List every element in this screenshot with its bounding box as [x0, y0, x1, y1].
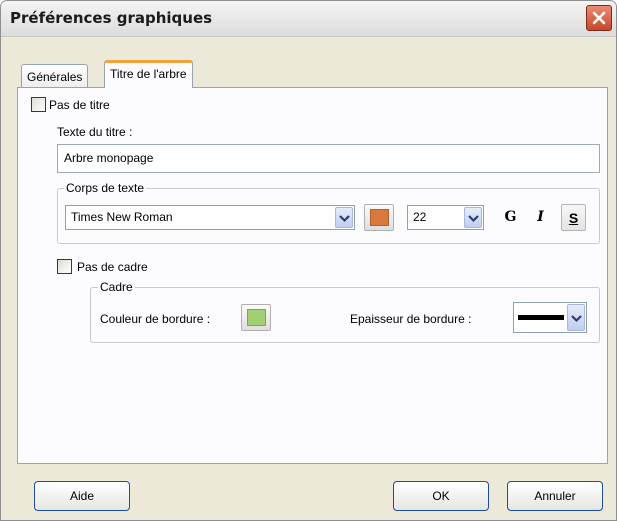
border-color-swatch [247, 309, 266, 326]
title-bar[interactable]: Préférences graphiques [1, 1, 616, 37]
no-title-checkbox[interactable] [31, 97, 46, 112]
font-family-select[interactable]: Times New Roman [65, 205, 355, 230]
title-text-input[interactable]: Arbre monopage [57, 144, 600, 173]
text-body-legend: Corps de texte [64, 181, 147, 195]
underline-button[interactable]: S [561, 204, 586, 231]
tab-general[interactable]: Générales [21, 64, 89, 89]
chevron-down-icon [571, 315, 582, 323]
no-title-label: Pas de titre [49, 98, 110, 112]
no-frame-label: Pas de cadre [77, 260, 148, 274]
chevron-down-icon [339, 215, 350, 223]
font-color-swatch [370, 209, 389, 226]
close-button[interactable] [586, 5, 612, 31]
title-text-label: Texte du titre : [57, 125, 133, 139]
close-icon [592, 11, 606, 25]
window-title: Préférences graphiques [10, 9, 213, 27]
help-button[interactable]: Aide [34, 481, 130, 511]
font-family-dropdown-button[interactable] [335, 207, 353, 228]
font-size-dropdown-button[interactable] [464, 207, 482, 228]
frame-legend: Cadre [98, 280, 135, 294]
bold-button[interactable]: G [498, 204, 523, 231]
font-color-button[interactable] [364, 204, 394, 231]
chevron-down-icon [468, 215, 479, 223]
ok-button[interactable]: OK [393, 481, 489, 511]
tab-tree-title[interactable]: Titre de l'arbre [104, 60, 193, 88]
font-size-value: 22 [413, 210, 427, 224]
preferences-dialog: Préférences graphiques Générales Titre d… [0, 0, 617, 521]
border-width-dropdown-button[interactable] [567, 304, 585, 331]
border-width-label: Epaisseur de bordure : [350, 312, 472, 326]
cancel-button[interactable]: Annuler [507, 481, 603, 511]
border-color-label: Couleur de bordure : [100, 312, 211, 326]
border-width-select[interactable] [513, 302, 587, 333]
font-family-value: Times New Roman [71, 210, 173, 224]
italic-button[interactable]: I [528, 204, 553, 231]
border-width-preview [518, 315, 564, 320]
no-frame-checkbox[interactable] [57, 259, 72, 274]
border-color-button[interactable] [241, 304, 271, 331]
font-size-select[interactable]: 22 [407, 205, 484, 230]
